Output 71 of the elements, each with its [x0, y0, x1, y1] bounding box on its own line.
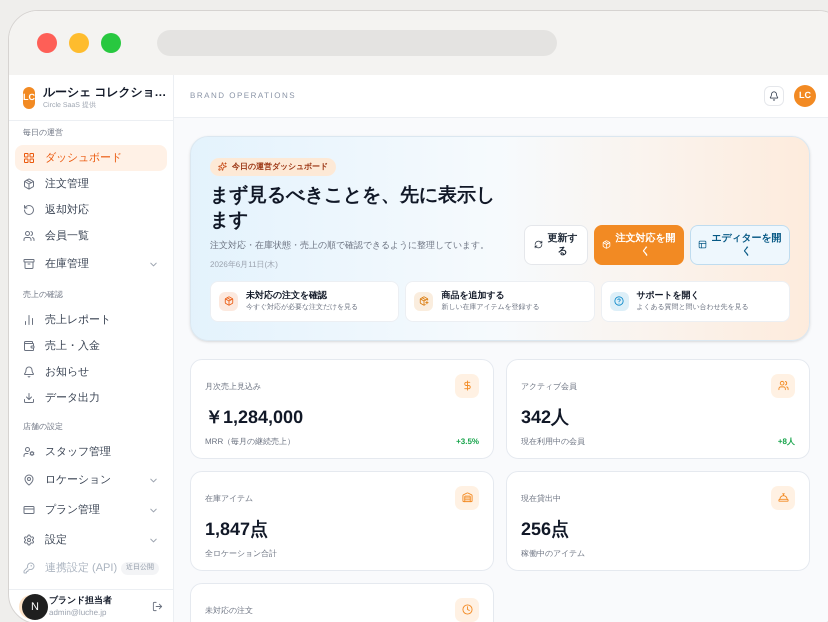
stat-label: アクティブ会員	[521, 380, 578, 392]
sidebar-item[interactable]: 売上レポート	[15, 307, 167, 334]
stat-value: 342人	[521, 406, 570, 428]
card-icon	[23, 504, 35, 516]
section-heading: 店舗の設定	[22, 421, 64, 434]
warehouse-icon	[455, 486, 479, 510]
section-heading: 売上の確認	[22, 289, 64, 302]
box-icon	[23, 178, 35, 190]
quick-action-title: 未対応の注文を確認	[246, 289, 328, 302]
hero-subtitle: 注文対応・在庫状態・売上の順で確認できるように整理しています。	[210, 239, 490, 252]
settings-icon	[23, 534, 35, 546]
dollar-icon	[455, 374, 479, 398]
download-icon	[23, 392, 35, 404]
stat-label: 未対応の注文	[205, 604, 254, 616]
dashboard-icon	[23, 152, 35, 164]
sidebar-item[interactable]: 注文管理	[15, 171, 167, 198]
stat-note: MRR（毎月の継続売上）	[205, 436, 296, 448]
stat-value: 1,847点	[205, 518, 270, 540]
brand-avatar: LC	[23, 86, 35, 109]
sidebar-item[interactable]: お知らせ	[15, 359, 167, 386]
user-email: admin@luche.jp	[49, 607, 108, 620]
sidebar-item[interactable]: スタッフ管理	[15, 439, 167, 466]
users-icon	[771, 374, 795, 398]
sidebar-item[interactable]: 設定	[15, 525, 167, 556]
stat-change: +3.5%	[456, 436, 479, 448]
key-icon	[23, 562, 35, 574]
bar-chart-icon	[23, 314, 35, 326]
stat-change: +8人	[778, 436, 795, 448]
layout-icon	[698, 240, 706, 249]
hero-date: 2026年6月11日(木)	[210, 258, 279, 270]
stat-label: 月次売上見込み	[205, 380, 262, 392]
stat-note: 稼働中のアイテム	[521, 548, 586, 560]
hero-badge: 今日の運営ダッシュボード	[210, 158, 336, 176]
stat-note: 全ロケーション合計	[205, 548, 278, 560]
section-heading: 毎日の運営	[22, 127, 64, 140]
user-name: ブランド担当者	[49, 594, 113, 607]
action-button[interactable]: 更新する	[524, 224, 588, 264]
quick-action-title: サポートを開く	[636, 289, 701, 302]
sidebar-item[interactable]: 返却対応	[15, 197, 167, 224]
stat-value: ￥1,284,000	[205, 406, 304, 428]
sidebar-item[interactable]: プラン管理	[15, 495, 167, 526]
stat-label: 在庫アイテム	[205, 492, 254, 504]
sidebar-item[interactable]: データ出力	[15, 385, 167, 412]
users-icon	[23, 230, 35, 242]
sidebar-item[interactable]: 売上・入金	[15, 333, 167, 360]
brand-name: ルーシェ コレクショ…	[43, 84, 166, 102]
clock-icon	[455, 598, 479, 622]
map-pin-icon	[23, 474, 35, 486]
notification-button[interactable]	[764, 86, 784, 106]
wallet-icon	[23, 340, 35, 352]
action-button[interactable]: エディターを開く	[690, 224, 790, 264]
bell-icon	[769, 91, 779, 101]
sidebar-item[interactable]: 在庫管理	[15, 249, 167, 280]
page-title: BRAND OPERATIONS	[190, 90, 298, 102]
bell-dome-icon	[771, 486, 795, 510]
sparkle-icon	[218, 162, 227, 171]
box-icon	[602, 240, 610, 249]
logout-icon[interactable]	[152, 601, 163, 612]
sidebar-item[interactable]: 会員一覧	[15, 223, 167, 250]
sidebar-item[interactable]: ロケーション	[15, 465, 167, 496]
quick-action-title: 商品を追加する	[441, 289, 506, 302]
bell-icon	[23, 366, 35, 378]
dev-indicator[interactable]: N	[22, 594, 48, 620]
refresh-icon	[534, 240, 542, 249]
stat-label: 現在貸出中	[521, 492, 562, 504]
return-icon	[23, 204, 35, 216]
archive-icon	[23, 258, 35, 270]
user-gear-icon	[23, 446, 35, 458]
stat-value: 256点	[521, 518, 570, 540]
hero-title: まず見るべきことを、先に表示します	[210, 184, 496, 233]
stat-note: 現在利用中の会員	[521, 436, 586, 448]
